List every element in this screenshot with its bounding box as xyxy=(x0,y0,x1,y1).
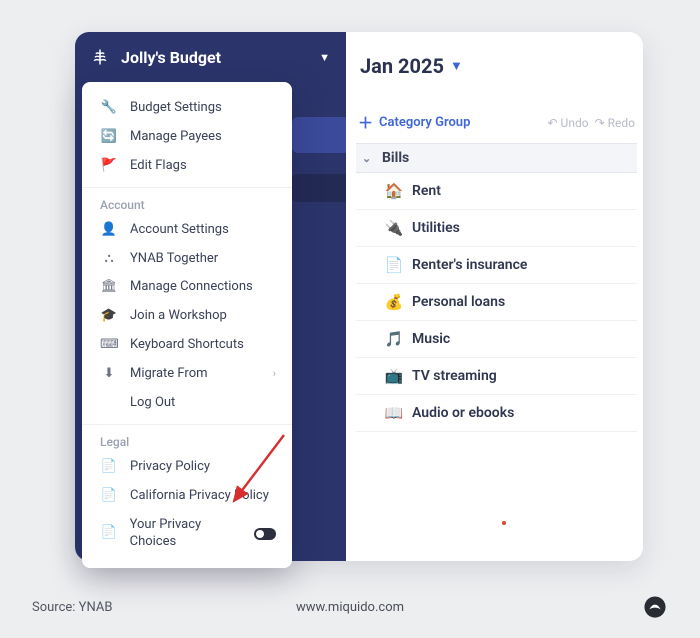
category-icon: 🔌 xyxy=(384,219,404,237)
menu-item-icon: 👤 xyxy=(100,222,118,239)
category-row[interactable]: 📺 TV streaming xyxy=(356,358,637,395)
menu-item-icon: 🔧 xyxy=(100,100,118,117)
menu-item-label: Join a Workshop xyxy=(130,308,227,325)
category-group-row[interactable]: ⌄ Bills xyxy=(356,143,637,173)
menu-item-label: Budget Settings xyxy=(130,100,222,117)
category-label: TV streaming xyxy=(412,368,497,384)
annotation-dot xyxy=(502,521,506,525)
category-label: Personal loans xyxy=(412,294,505,310)
menu-item-icon: 📄 xyxy=(100,525,118,542)
category-label: Rent xyxy=(412,183,441,199)
category-row[interactable]: 🔌 Utilities xyxy=(356,210,637,247)
menu-item[interactable]: 🔄 Manage Payees xyxy=(82,123,292,152)
category-label: Renter's insurance xyxy=(412,257,527,273)
menu-item[interactable]: ⬇ Migrate From › xyxy=(82,360,292,389)
budget-selector[interactable]: Jolly's Budget ▼ xyxy=(75,32,346,82)
menu-item-icon: ⛬ xyxy=(100,251,118,268)
chevron-down-icon: ⌄ xyxy=(362,152,380,165)
month-label: Jan 2025 xyxy=(360,54,444,78)
category-group-name: Bills xyxy=(382,150,409,166)
menu-item[interactable]: ⌨ Keyboard Shortcuts xyxy=(82,331,292,360)
category-icon: 📄 xyxy=(384,256,404,274)
attribution-footer: Source: YNAB www.miquido.com xyxy=(0,594,700,638)
caret-down-icon: ▼ xyxy=(319,51,330,64)
category-icon: 🎵 xyxy=(384,330,404,348)
privacy-toggle-icon xyxy=(254,528,276,540)
menu-item[interactable]: Log Out xyxy=(82,389,292,418)
menu-item-icon: 🚩 xyxy=(100,158,118,175)
menu-item-label: Manage Connections xyxy=(130,279,253,296)
menu-item[interactable]: 📄 Privacy Policy xyxy=(82,453,292,482)
add-category-group-button[interactable]: Category Group xyxy=(379,115,470,130)
main-panel: Jan 2025 ▼ ＋ Category Group ↶ Undo ↷ Red… xyxy=(346,32,643,561)
category-label: Utilities xyxy=(412,220,460,236)
plus-icon[interactable]: ＋ xyxy=(358,112,373,133)
menu-item-icon: ⬇ xyxy=(100,366,118,383)
menu-item[interactable]: 🎓 Join a Workshop xyxy=(82,302,292,331)
budget-name: Jolly's Budget xyxy=(121,48,221,67)
menu-section-header: Legal xyxy=(82,424,292,453)
category-row[interactable]: 🏠 Rent xyxy=(356,173,637,210)
category-icon: 💰 xyxy=(384,293,404,311)
category-icon: 🏠 xyxy=(384,182,404,200)
category-label: Music xyxy=(412,331,450,347)
menu-item-icon: 🏛 xyxy=(100,279,118,296)
budget-logo-icon xyxy=(89,46,111,68)
menu-item-label: YNAB Together xyxy=(130,251,218,268)
miquido-logo-icon xyxy=(642,594,668,620)
menu-item-label: Your Privacy Choices xyxy=(130,517,249,551)
menu-item[interactable]: 📄 Your Privacy Choices xyxy=(82,511,292,557)
menu-item[interactable]: 🚩 Edit Flags xyxy=(82,152,292,181)
category-row[interactable]: 📄 Renter's insurance xyxy=(356,247,637,284)
menu-item-icon: ⌨ xyxy=(100,337,118,354)
menu-item-label: Log Out xyxy=(130,395,175,412)
category-toolbar: ＋ Category Group ↶ Undo ↷ Redo xyxy=(356,112,637,143)
menu-item[interactable]: 🏛 Manage Connections xyxy=(82,273,292,302)
menu-item-icon: 🎓 xyxy=(100,308,118,325)
menu-item-label: Account Settings xyxy=(130,222,229,239)
category-label: Audio or ebooks xyxy=(412,405,514,421)
redo-button[interactable]: ↷ Redo xyxy=(595,116,635,130)
site-label: www.miquido.com xyxy=(296,600,404,615)
undo-button[interactable]: ↶ Undo xyxy=(547,116,588,130)
menu-item-label: Keyboard Shortcuts xyxy=(130,337,244,354)
menu-item-label: Edit Flags xyxy=(130,158,187,175)
menu-item-icon: 📄 xyxy=(100,459,118,476)
caret-down-icon: ▼ xyxy=(450,58,463,74)
menu-item[interactable]: 📄 California Privacy Policy xyxy=(82,482,292,511)
category-row[interactable]: 🎵 Music xyxy=(356,321,637,358)
menu-item[interactable]: ⛬ YNAB Together xyxy=(82,245,292,274)
menu-item-label: California Privacy Policy xyxy=(130,488,269,505)
source-label: Source: YNAB xyxy=(32,600,112,615)
menu-item-label: Migrate From xyxy=(130,366,208,383)
menu-item[interactable]: 👤 Account Settings xyxy=(82,216,292,245)
category-row[interactable]: 📖 Audio or ebooks xyxy=(356,395,637,432)
chevron-right-icon: › xyxy=(273,367,276,381)
category-row[interactable]: 💰 Personal loans xyxy=(356,284,637,321)
menu-section-header: Account xyxy=(82,187,292,216)
budget-dropdown-menu: 🔧 Budget Settings 🔄 Manage Payees 🚩 Edit Flag… xyxy=(82,82,292,568)
menu-item-icon: 📄 xyxy=(100,488,118,505)
menu-item-label: Privacy Policy xyxy=(130,459,210,476)
category-icon: 📺 xyxy=(384,367,404,385)
menu-item-icon: 🔄 xyxy=(100,129,118,146)
category-icon: 📖 xyxy=(384,404,404,422)
menu-item-label: Manage Payees xyxy=(130,129,222,146)
month-selector[interactable]: Jan 2025 ▼ xyxy=(356,50,637,112)
category-list: 🏠 Rent 🔌 Utilities 📄 Renter's insurance 💰 Perso… xyxy=(356,173,637,432)
menu-item[interactable]: 🔧 Budget Settings xyxy=(82,94,292,123)
